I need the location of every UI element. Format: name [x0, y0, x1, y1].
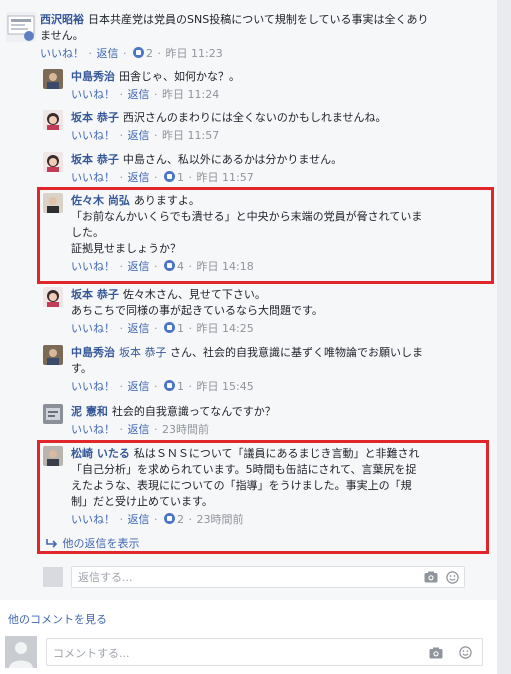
reply-link[interactable]: 返信	[128, 171, 150, 184]
comment-text: 中島さん、私以外にあるかは分かりません。	[122, 153, 343, 166]
reply-link[interactable]: 返信	[128, 423, 150, 436]
like-icon	[164, 171, 175, 182]
like-link[interactable]: いいね！	[71, 380, 115, 393]
reply-link[interactable]: 返信	[128, 380, 150, 393]
timestamp[interactable]: 昨日 14:25	[197, 322, 254, 335]
comment-actions: いいね！ · 返信 · 23時間前	[71, 423, 209, 436]
comment-text: 西沢さんのまわりには全くないのかもしれませんね。	[122, 111, 387, 124]
avatar[interactable]	[43, 404, 63, 424]
like-count[interactable]: 1	[177, 380, 184, 393]
camera-icon[interactable]	[424, 571, 438, 583]
author-name[interactable]: 西沢昭裕	[40, 13, 84, 26]
comment-actions: いいね！ · 返信 · 昨日 11:57	[71, 129, 220, 142]
timestamp[interactable]: 昨日 11:57	[197, 171, 254, 184]
like-count[interactable]: 1	[177, 322, 184, 335]
author-name[interactable]: 坂本 恭子	[71, 153, 119, 166]
like-link[interactable]: いいね！	[71, 322, 115, 335]
comment-text: 佐々木さん、見せて下さい。	[122, 288, 266, 301]
reply-link[interactable]: 返信	[128, 322, 150, 335]
timestamp[interactable]: 昨日 11:57	[162, 129, 219, 142]
author-name[interactable]: 中島秀治	[71, 346, 115, 359]
author-name[interactable]: 中島秀治	[71, 70, 115, 83]
comment-text: ません。	[40, 29, 84, 42]
avatar	[5, 636, 37, 668]
comment-section: 西沢昭裕 日本共産党は党員のSNS投稿について規制をしている事実は全くあり ません…	[0, 0, 511, 674]
avatar[interactable]	[43, 152, 63, 172]
like-link[interactable]: いいね！	[71, 423, 115, 436]
highlight-box	[37, 440, 489, 554]
comment-actions: いいね！ · 返信 · 1 · 昨日 15:45	[71, 380, 254, 393]
timestamp[interactable]: 23時間前	[162, 423, 209, 436]
comment-field-box	[46, 638, 483, 666]
emoji-icon[interactable]	[459, 646, 472, 659]
like-count[interactable]: 2	[146, 47, 153, 60]
reply-input[interactable]	[78, 569, 378, 585]
emoji-icon[interactable]	[446, 571, 459, 584]
comment-actions: いいね！ · 返信 · 1 · 昨日 11:57	[71, 171, 254, 184]
like-icon	[164, 322, 175, 333]
avatar	[43, 567, 63, 587]
reply-field-box	[71, 566, 465, 588]
reply-link[interactable]: 返信	[97, 47, 119, 60]
reply-composer	[43, 566, 465, 588]
author-name[interactable]: 泥 憲和	[71, 405, 108, 418]
mention-link[interactable]: 坂本 恭子	[119, 346, 167, 359]
more-comments-link[interactable]: 他のコメントを見る	[8, 611, 107, 627]
like-link[interactable]: いいね！	[71, 171, 115, 184]
like-icon	[133, 47, 144, 58]
author-name[interactable]: 坂本 恭子	[71, 111, 119, 124]
reply-link[interactable]: 返信	[128, 88, 150, 101]
reply-link[interactable]: 返信	[128, 129, 150, 142]
comment-actions: いいね！ · 返信 · 2 · 昨日 11:23	[40, 47, 223, 60]
author-name[interactable]: 坂本 恭子	[71, 288, 119, 301]
comment-text: さん、社会的自我意識に基ずく唯物論でお願いしま	[170, 346, 423, 359]
avatar[interactable]	[6, 12, 36, 42]
avatar[interactable]	[43, 110, 63, 130]
comment-text: 日本共産党は党員のSNS投稿について規制をしている事実は全くあり	[88, 13, 429, 26]
comment-composer	[5, 636, 497, 670]
comment-text: す。	[71, 362, 92, 375]
comment-text: あちこちで同様の事が起きているなら大問題です。	[71, 304, 323, 317]
timestamp[interactable]: 昨日 11:24	[162, 88, 219, 101]
timestamp[interactable]: 昨日 11:23	[166, 47, 223, 60]
like-link[interactable]: いいね！	[40, 47, 84, 60]
comment-actions: いいね！ · 返信 · 1 · 昨日 14:25	[71, 322, 254, 335]
like-count[interactable]: 1	[177, 171, 184, 184]
camera-icon[interactable]	[429, 647, 443, 659]
page-gutter	[497, 0, 511, 674]
avatar[interactable]	[43, 287, 63, 307]
like-link[interactable]: いいね！	[71, 129, 115, 142]
avatar[interactable]	[43, 69, 63, 89]
comment-text: 田舎じゃ、如何かな？。	[119, 70, 240, 83]
highlight-box	[37, 187, 494, 284]
comment-actions: いいね！ · 返信 · 昨日 11:24	[71, 88, 220, 101]
avatar[interactable]	[43, 345, 63, 365]
like-icon	[164, 380, 175, 391]
comment-text: 社会的自我意識ってなんですか？	[111, 405, 276, 418]
timestamp[interactable]: 昨日 15:45	[197, 380, 254, 393]
comment-input[interactable]	[53, 645, 393, 661]
like-link[interactable]: いいね！	[71, 88, 115, 101]
